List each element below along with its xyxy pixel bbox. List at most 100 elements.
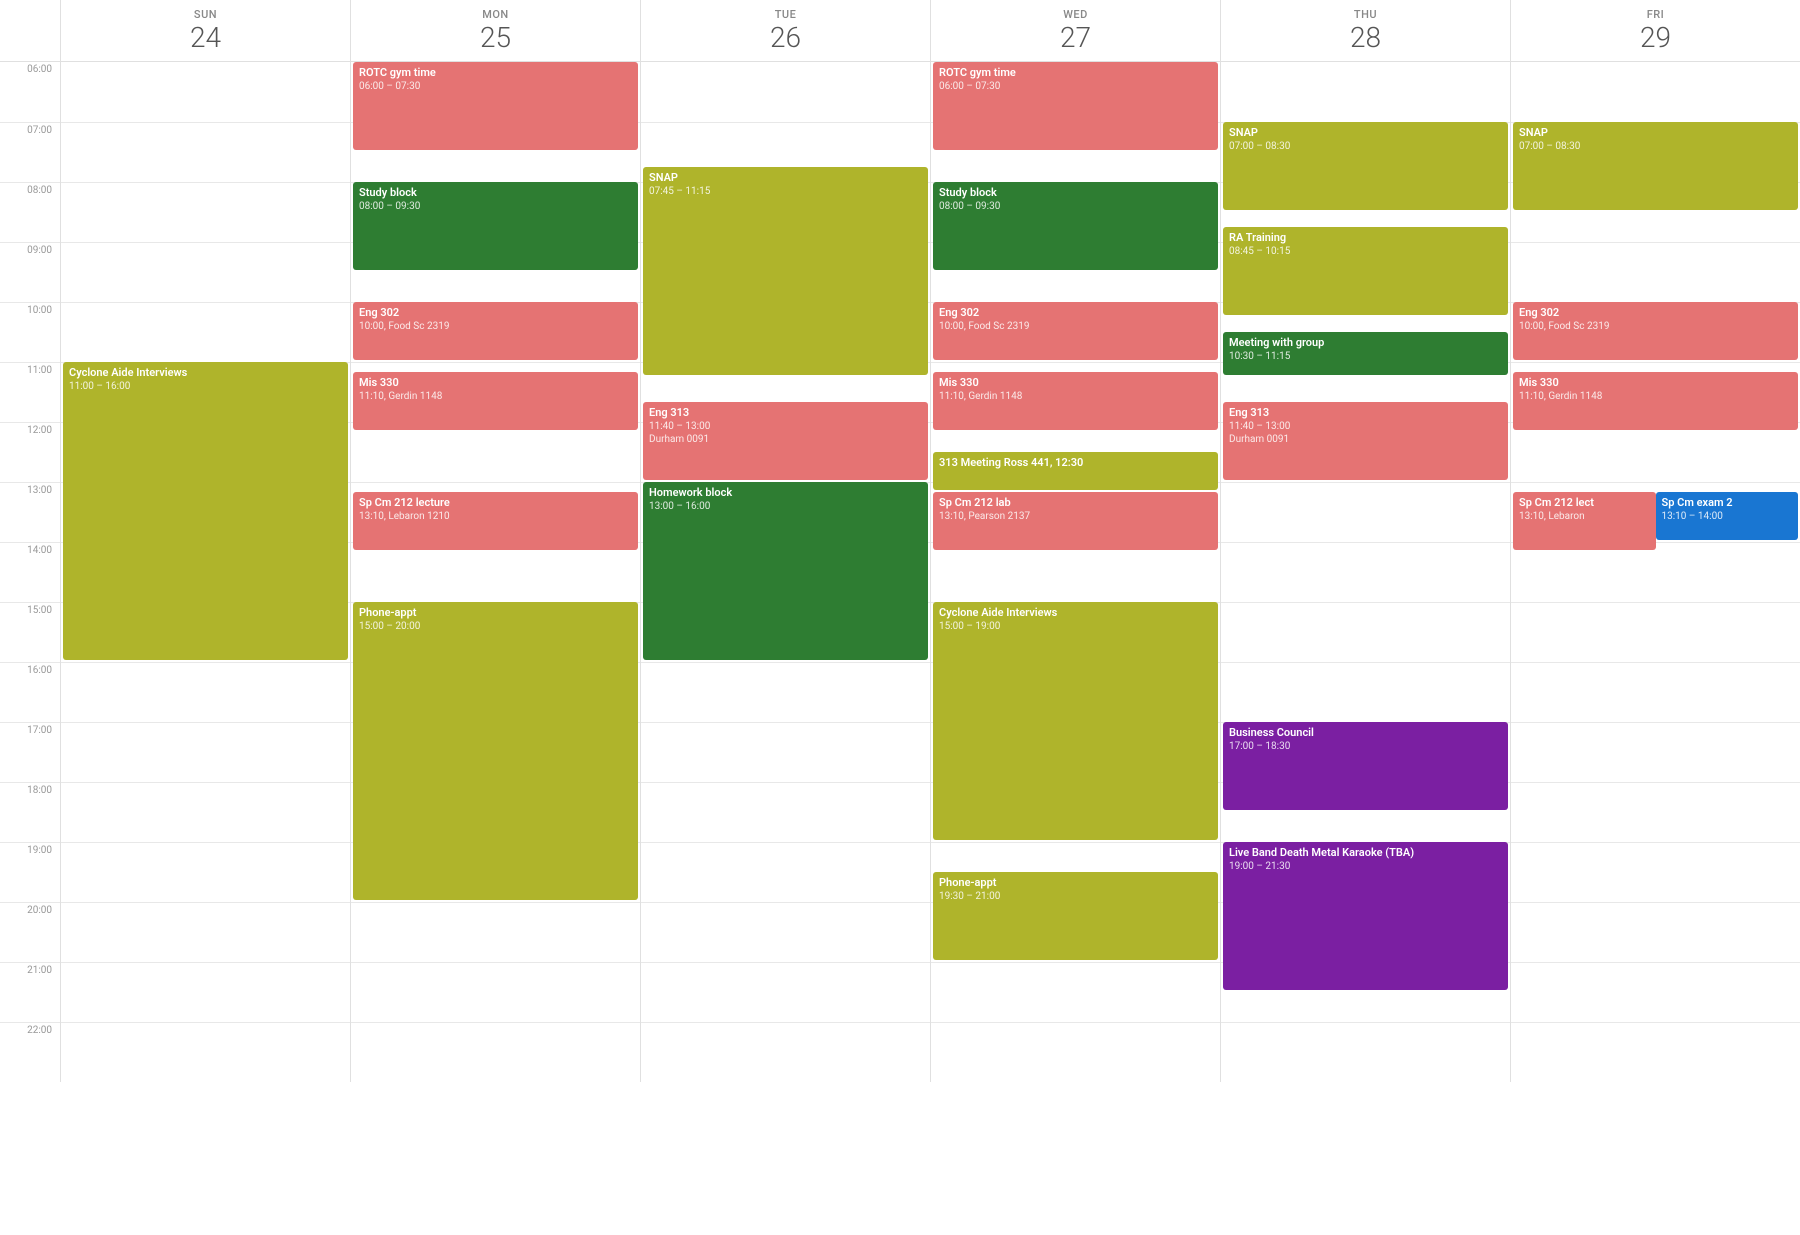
time-slot-1700: 17:00 (0, 722, 60, 782)
day-number: 25 (351, 21, 640, 55)
calendar-container: SUN 24 MON 25 TUE 26 WED 27 THU 28 FRI 2… (0, 0, 1800, 1235)
event-wed-cyclone[interactable]: Cyclone Aide Interviews15:00 – 19:00 (933, 602, 1218, 840)
header-row: SUN 24 MON 25 TUE 26 WED 27 THU 28 FRI 2… (0, 0, 1800, 62)
event-fri-eng302[interactable]: Eng 30210:00, Food Sc 2319 (1513, 302, 1798, 360)
event-wed-phone[interactable]: Phone-appt19:30 – 21:00 (933, 872, 1218, 960)
hour-cell (1511, 542, 1800, 602)
event-thu-meeting[interactable]: Meeting with group10:30 – 11:15 (1223, 332, 1508, 375)
event-title: Phone-appt (939, 876, 1212, 890)
day-name: WED (931, 8, 1220, 21)
day-name: FRI (1511, 8, 1800, 21)
event-title: Sp Cm 212 lab (939, 496, 1212, 510)
event-tue-eng313[interactable]: Eng 31311:40 – 13:00 Durham 0091 (643, 402, 928, 480)
event-tue-hw[interactable]: Homework block13:00 – 16:00 (643, 482, 928, 660)
day-header-wed: WED 27 (930, 0, 1220, 61)
event-time: 08:00 – 09:30 (359, 200, 632, 213)
hour-cell (351, 422, 640, 482)
event-wed-mis330[interactable]: Mis 33011:10, Gerdin 1148 (933, 372, 1218, 430)
event-time: 13:10, Pearson 2137 (939, 510, 1212, 523)
event-thu-business[interactable]: Business Council17:00 – 18:30 (1223, 722, 1508, 810)
time-slot-1500: 15:00 (0, 602, 60, 662)
hour-cell (61, 242, 350, 302)
hour-cell (61, 62, 350, 122)
event-thu-eng313[interactable]: Eng 31311:40 – 13:00 Durham 0091 (1223, 402, 1508, 480)
time-slot-1200: 12:00 (0, 422, 60, 482)
event-time: 06:00 – 07:30 (939, 80, 1212, 93)
event-time: 10:00, Food Sc 2319 (1519, 320, 1792, 333)
event-wed-study[interactable]: Study block08:00 – 09:30 (933, 182, 1218, 270)
hour-cell (1511, 662, 1800, 722)
hour-cell (61, 182, 350, 242)
time-slot-1300: 13:00 (0, 482, 60, 542)
event-mon-mis330[interactable]: Mis 33011:10, Gerdin 1148 (353, 372, 638, 430)
day-name: TUE (641, 8, 930, 21)
event-thu-snap[interactable]: SNAP07:00 – 08:30 (1223, 122, 1508, 210)
event-title: SNAP (1229, 126, 1502, 140)
time-slot-1900: 19:00 (0, 842, 60, 902)
event-mon-phone[interactable]: Phone-appt15:00 – 20:00 (353, 602, 638, 900)
hour-cell (61, 122, 350, 182)
event-title: Study block (359, 186, 632, 200)
event-title: Eng 313 (649, 406, 922, 420)
event-mon-rotc[interactable]: ROTC gym time06:00 – 07:30 (353, 62, 638, 150)
event-thu-liveband[interactable]: Live Band Death Metal Karaoke (TBA)19:00… (1223, 842, 1508, 990)
event-title: Live Band Death Metal Karaoke (TBA) (1229, 846, 1502, 860)
event-sun-cyclone[interactable]: Cyclone Aide Interviews11:00 – 16:00 (63, 362, 348, 660)
event-title: Eng 302 (1519, 306, 1792, 320)
hour-cell (1221, 662, 1510, 722)
day-name: MON (351, 8, 640, 21)
event-time: 10:00, Food Sc 2319 (359, 320, 632, 333)
day-number: 24 (61, 21, 350, 55)
hour-cell (1511, 242, 1800, 302)
days-grid: Cyclone Aide Interviews11:00 – 16:00 ROTC… (60, 62, 1800, 1082)
event-time: 10:30 – 11:15 (1229, 350, 1502, 363)
event-title: Mis 330 (939, 376, 1212, 390)
event-title: Eng 302 (359, 306, 632, 320)
hour-cell (61, 902, 350, 962)
hour-cell (1511, 902, 1800, 962)
day-number: 29 (1511, 21, 1800, 55)
hour-cell (641, 782, 930, 842)
day-name: THU (1221, 8, 1510, 21)
event-time: 19:00 – 21:30 (1229, 860, 1502, 873)
day-number: 28 (1221, 21, 1510, 55)
event-wed-spcmlab[interactable]: Sp Cm 212 lab13:10, Pearson 2137 (933, 492, 1218, 550)
event-fri-spcmexam[interactable]: Sp Cm exam 213:10 – 14:00 (1656, 492, 1799, 540)
event-wed-eng302[interactable]: Eng 30210:00, Food Sc 2319 (933, 302, 1218, 360)
hour-cell (61, 722, 350, 782)
event-mon-study[interactable]: Study block08:00 – 09:30 (353, 182, 638, 270)
day-number: 27 (931, 21, 1220, 55)
event-time: 07:00 – 08:30 (1229, 140, 1502, 153)
event-time: 11:10, Gerdin 1148 (1519, 390, 1792, 403)
event-wed-313meeting[interactable]: 313 Meeting Ross 441, 12:30 (933, 452, 1218, 490)
event-title: Cyclone Aide Interviews (939, 606, 1212, 620)
time-slot-1800: 18:00 (0, 782, 60, 842)
event-mon-eng302[interactable]: Eng 30210:00, Food Sc 2319 (353, 302, 638, 360)
hour-cell (61, 1022, 350, 1082)
event-time: 15:00 – 20:00 (359, 620, 632, 633)
hour-cell (641, 662, 930, 722)
time-slot-1100: 11:00 (0, 362, 60, 422)
day-name: SUN (61, 8, 350, 21)
event-time: 06:00 – 07:30 (359, 80, 632, 93)
hour-cell (641, 1022, 930, 1082)
event-fri-spcmlect[interactable]: Sp Cm 212 lect13:10, Lebaron (1513, 492, 1656, 550)
hour-cell (931, 962, 1220, 1022)
hour-cell (641, 842, 930, 902)
hour-cell (641, 962, 930, 1022)
time-slot-2200: 22:00 (0, 1022, 60, 1082)
event-wed-rotc[interactable]: ROTC gym time06:00 – 07:30 (933, 62, 1218, 150)
event-fri-snap[interactable]: SNAP07:00 – 08:30 (1513, 122, 1798, 210)
event-time: 11:10, Gerdin 1148 (939, 390, 1212, 403)
event-tue-snap[interactable]: SNAP07:45 – 11:15 (643, 167, 928, 375)
event-time: 08:45 – 10:15 (1229, 245, 1502, 258)
event-title: RA Training (1229, 231, 1502, 245)
time-slot-0700: 07:00 (0, 122, 60, 182)
day-header-thu: THU 28 (1220, 0, 1510, 61)
event-fri-mis330[interactable]: Mis 33011:10, Gerdin 1148 (1513, 372, 1798, 430)
day-column-3: ROTC gym time06:00 – 07:30 Study block08:… (930, 62, 1220, 1082)
event-thu-ra[interactable]: RA Training08:45 – 10:15 (1223, 227, 1508, 315)
event-mon-spcm[interactable]: Sp Cm 212 lecture13:10, Lebaron 1210 (353, 492, 638, 550)
hour-cell (1221, 602, 1510, 662)
time-slot-0600: 06:00 (0, 62, 60, 122)
